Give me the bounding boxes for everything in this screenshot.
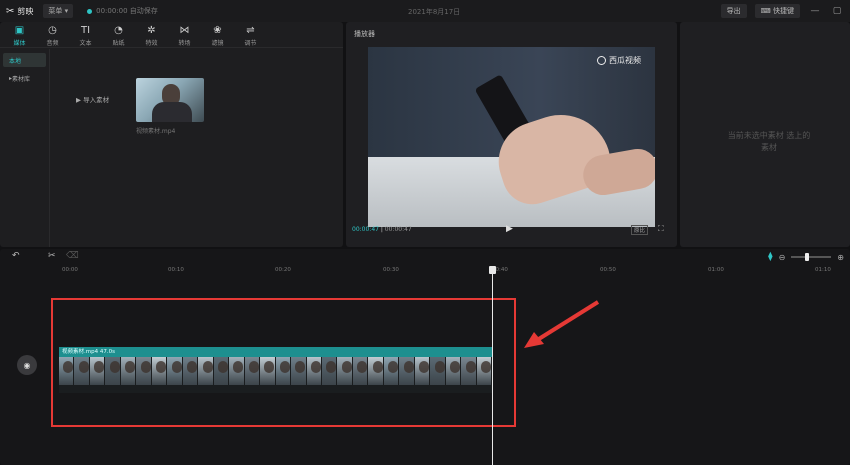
play-icon[interactable]: ▶ [506,224,513,234]
tab-media[interactable]: ▣ 媒体 [4,25,35,47]
ruler-tick: 00:30 [383,267,399,273]
delete-icon[interactable]: ⌫ [66,251,79,261]
ruler-tick: 01:00 [708,267,724,273]
media-tabs: ▣ 媒体 ◷ 音频 TI 文本 ◔ 贴纸 ✲ 特效 ⋈ 转场 ❀ 滤镜 ⇌ 调节 [0,22,343,48]
effects-icon: ✲ [147,25,156,36]
timeline-ruler[interactable]: 00:00 00:10 00:20 00:30 00:40 00:50 01:0… [0,265,850,279]
media-thumbnail[interactable] [136,78,204,122]
tab-effects[interactable]: ✲ 特效 [136,25,167,47]
ruler-tick: 00:20 [275,267,291,273]
app-logo: ✂ 剪映 [6,6,33,17]
menu-button[interactable]: 菜单 ▾ [43,4,74,18]
current-time: 00:00:47 [352,226,379,233]
player-panel: 播放器 西瓜视频 00:00:47 | 00:00:47 ▶ 原比 ⛶ [346,22,677,247]
ruler-tick: 01:10 [815,267,831,273]
adjust-icon: ⇌ [246,25,255,36]
player-time: 00:00:47 | 00:00:47 [352,226,412,233]
player-title: 播放器 [354,30,375,38]
xigua-logo-icon [597,56,606,65]
sticker-icon: ◔ [114,25,123,36]
text-icon: TI [80,25,91,36]
arrow-annotation-icon [524,300,600,348]
track-cover-icon[interactable]: ◉ [17,355,37,375]
zoom-slider[interactable] [791,253,832,261]
zoom-out-icon[interactable]: ⊖ [779,253,786,262]
import-button[interactable]: ▶ 导入素材 [76,94,109,104]
zoom-knob[interactable] [805,253,810,261]
snap-icon[interactable]: ⧫ [768,252,772,262]
tab-text[interactable]: TI 文本 [70,25,101,47]
media-panel: ▣ 媒体 ◷ 音频 TI 文本 ◔ 贴纸 ✲ 特效 ⋈ 转场 ❀ 滤镜 ⇌ 调节 本地 ▸ 素材… [0,22,343,247]
media-thumbnail-name: 视频素材.mp4 [136,128,176,135]
tab-audio[interactable]: ◷ 音频 [37,25,68,47]
minimize-icon[interactable]: — [808,6,822,16]
tab-sticker[interactable]: ◔ 贴纸 [103,25,134,47]
highlight-box [51,298,516,427]
zoom-in-icon[interactable]: ⊕ [837,253,844,262]
ruler-tick: 00:50 [600,267,616,273]
media-icon: ▣ [14,25,25,36]
video-preview[interactable]: 西瓜视频 [368,47,655,227]
tab-adjust[interactable]: ⇌ 调节 [235,25,266,47]
ratio-button[interactable]: 原比 [631,225,649,235]
shortcut-button[interactable]: ⌨ 快捷键 [754,4,800,18]
audio-icon: ◷ [48,25,57,36]
playhead[interactable] [492,266,493,465]
tab-filter[interactable]: ❀ 滤镜 [202,25,233,47]
playhead-handle[interactable] [489,266,496,274]
properties-empty-message: 当前未选中素材 选上的素材 [727,131,811,152]
undo-icon[interactable]: ↶ [12,251,20,261]
capcut-icon: ✂ [6,5,15,17]
media-sidebar: 本地 ▸ 素材库 [0,49,50,247]
split-icon[interactable]: ✂ [48,251,56,261]
fullscreen-icon[interactable]: ⛶ [658,224,664,234]
properties-panel: 当前未选中素材 选上的素材 [680,22,850,247]
watermark: 西瓜视频 [597,55,641,66]
ruler-tick: 00:00 [62,267,78,273]
tab-transition[interactable]: ⋈ 转场 [169,25,200,47]
timeline-toolbar: ↶ ✂ ⌫ ⧫ ⊖ ⊕ [0,249,850,265]
app-name: 剪映 [17,6,34,16]
sidebar-item-library[interactable]: ▸ 素材库 [3,71,46,85]
filter-icon: ❀ [213,25,222,36]
document-title: 2021年8月17日 [408,8,461,16]
title-bar: ✂ 剪映 菜单 ▾ 00:00:00 自动保存 2021年8月17日 导出 ⌨ … [0,0,850,22]
export-button[interactable]: 导出 [720,4,747,18]
transition-icon: ⋈ [179,25,190,36]
total-time: 00:00:47 [384,226,412,233]
sidebar-item-local[interactable]: 本地 [3,53,46,67]
ruler-tick: 00:10 [168,267,184,273]
status-dot-icon [87,8,93,14]
maximize-icon[interactable]: ▢ [830,6,844,16]
autosave-status: 00:00:00 自动保存 [87,6,158,16]
